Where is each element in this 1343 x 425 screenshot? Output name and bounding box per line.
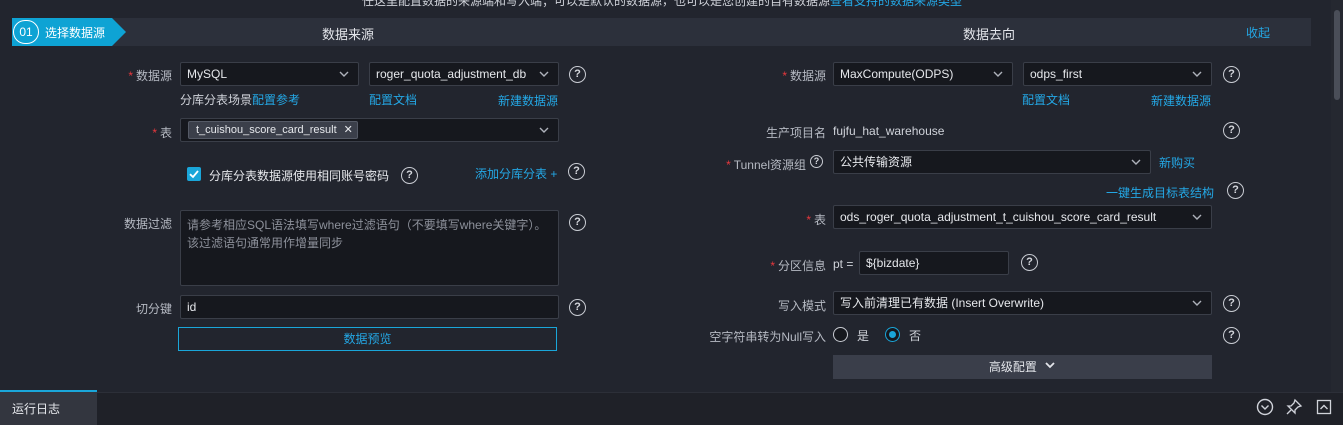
write-mode-value: 写入前清理已有数据 (Insert Overwrite) [840, 296, 1045, 310]
project-label: 生产项目名 [765, 126, 826, 140]
target-new-datasource-link[interactable]: 新建数据源 [1151, 92, 1211, 109]
source-config-doc-link[interactable]: 配置文档 [369, 91, 417, 108]
sharding-config-link[interactable]: 配置参考 [252, 93, 300, 107]
null-yes-label: 是 [857, 329, 870, 343]
split-key-input[interactable]: id [180, 295, 559, 319]
tunnel-label: * Tunnel资源组 [726, 158, 806, 172]
null-yes-radio[interactable] [833, 327, 848, 342]
chevron-down-icon [1191, 206, 1203, 228]
target-datasource-label: * 数据源 [782, 69, 826, 83]
pin-icon[interactable] [1285, 398, 1303, 416]
scrollbar-thumb[interactable] [1334, 10, 1340, 100]
required-mark: * [128, 69, 133, 83]
source-datasource-label: * 数据源 [128, 69, 172, 83]
chevron-down-icon [538, 119, 550, 141]
null-no-label: 否 [909, 329, 922, 343]
source-new-datasource-link[interactable]: 新建数据源 [498, 92, 558, 109]
advanced-config-button[interactable]: 高级配置 [833, 355, 1212, 379]
target-datasource-type-select[interactable]: MaxCompute(ODPS) [833, 62, 1013, 86]
add-shard-help-icon[interactable]: ? [568, 163, 585, 180]
source-table-label: * 表 [152, 126, 172, 140]
step-label: 选择数据源 [45, 26, 106, 40]
null-no-radio[interactable] [885, 327, 900, 342]
check-icon [189, 170, 199, 179]
target-table-select[interactable]: ods_roger_quota_adjustment_t_cuishou_sco… [833, 205, 1212, 229]
required-mark: * [726, 158, 731, 172]
tunnel-help-icon[interactable]: ? [810, 155, 823, 168]
source-datasource-name-select[interactable]: roger_quota_adjustment_db [369, 62, 559, 86]
generate-table-help-icon[interactable]: ? [1227, 182, 1244, 199]
chevron-down-icon [1130, 151, 1142, 173]
partition-input[interactable]: ${bizdate} [859, 251, 1009, 275]
chevron-down-icon [338, 63, 350, 85]
project-value: fujfu_hat_warehouse [833, 124, 945, 138]
sharding-scene-text: 分库分表场景配置参考 [180, 93, 301, 107]
required-mark: * [152, 126, 157, 140]
target-datasource-name-select[interactable]: odps_first [1023, 62, 1212, 86]
run-log-tab-label: 运行日志 [12, 402, 61, 416]
top-hint-strip: 任这里配置数据的来源端和写入端；可以是默认的数据源，也可以是您创建的自有数据源查… [0, 0, 1343, 11]
target-config-doc-link[interactable]: 配置文档 [1022, 91, 1070, 108]
null-conversion-help-icon[interactable]: ? [1223, 327, 1240, 344]
chevron-down-icon [538, 63, 550, 85]
target-datasource-type-value: MaxCompute(ODPS) [840, 67, 954, 81]
project-help-icon[interactable]: ? [1223, 122, 1240, 139]
tunnel-select[interactable]: 公共传输资源 [833, 150, 1151, 174]
write-mode-label: 写入模式 [777, 299, 826, 313]
partition-prefix: pt = [833, 257, 854, 271]
source-section-title: 数据来源 [322, 27, 375, 42]
target-section-title: 数据去向 [963, 27, 1016, 42]
top-hint-link[interactable]: 查看支持的数据来源类型 [830, 0, 962, 8]
split-key-label: 切分键 [135, 302, 172, 316]
buy-new-link[interactable]: 新购买 [1159, 154, 1195, 171]
same-account-label: 分库分表数据源使用相同账号密码 [209, 169, 390, 183]
close-icon[interactable]: ✕ [344, 124, 353, 136]
source-datasource-help-icon[interactable]: ? [569, 66, 586, 83]
top-hint-text: 任这里配置数据的来源端和写入端；可以是默认的数据源，也可以是您创建的自有数据源查… [362, 0, 962, 9]
write-mode-help-icon[interactable]: ? [1223, 295, 1240, 312]
generate-table-link[interactable]: 一键生成目标表结构 [1106, 184, 1214, 201]
partition-help-icon[interactable]: ? [1021, 254, 1038, 271]
target-table-label: * 表 [806, 213, 826, 227]
target-datasource-name-value: odps_first [1030, 67, 1083, 81]
split-key-help-icon[interactable]: ? [569, 299, 586, 316]
source-datasource-type-value: MySQL [187, 67, 228, 81]
chevron-down-icon [1045, 362, 1055, 369]
source-datasource-type-select[interactable]: MySQL [180, 62, 359, 86]
filter-label: 数据过滤 [123, 217, 172, 231]
bottom-bar [0, 392, 1343, 425]
target-datasource-help-icon[interactable]: ? [1223, 66, 1240, 83]
maximize-icon[interactable] [1315, 398, 1333, 416]
required-mark: * [770, 259, 775, 273]
tunnel-value: 公共传输资源 [840, 155, 913, 169]
partition-label: * 分区信息 [770, 259, 826, 273]
source-datasource-name-value: roger_quota_adjustment_db [376, 67, 527, 81]
filter-textarea[interactable]: 请参考相应SQL语法填写where过滤语句（不要填写where关键字）。该过滤语… [180, 210, 559, 286]
chevron-circle-down-icon[interactable] [1256, 398, 1274, 416]
step-number: 01 [13, 20, 39, 44]
source-table-tag[interactable]: t_cuishou_score_card_result ✕ [188, 121, 358, 139]
chevron-down-icon [992, 63, 1004, 85]
write-mode-select[interactable]: 写入前清理已有数据 (Insert Overwrite) [833, 291, 1212, 315]
null-conversion-label: 空字符串转为Null写入 [709, 330, 826, 344]
data-preview-button[interactable]: 数据预览 [178, 327, 557, 351]
filter-help-icon[interactable]: ? [569, 214, 586, 231]
add-shard-link[interactable]: 添加分库分表 + [475, 165, 557, 182]
chevron-down-icon [1191, 292, 1203, 314]
collapse-link[interactable]: 收起 [1246, 24, 1270, 41]
step-header-band [12, 18, 1311, 46]
same-account-help-icon[interactable]: ? [401, 167, 418, 184]
chevron-down-icon [1191, 63, 1203, 85]
required-mark: * [782, 69, 787, 83]
same-account-checkbox[interactable] [187, 167, 201, 181]
target-table-value: ods_roger_quota_adjustment_t_cuishou_sco… [840, 210, 1157, 224]
required-mark: * [806, 213, 811, 227]
